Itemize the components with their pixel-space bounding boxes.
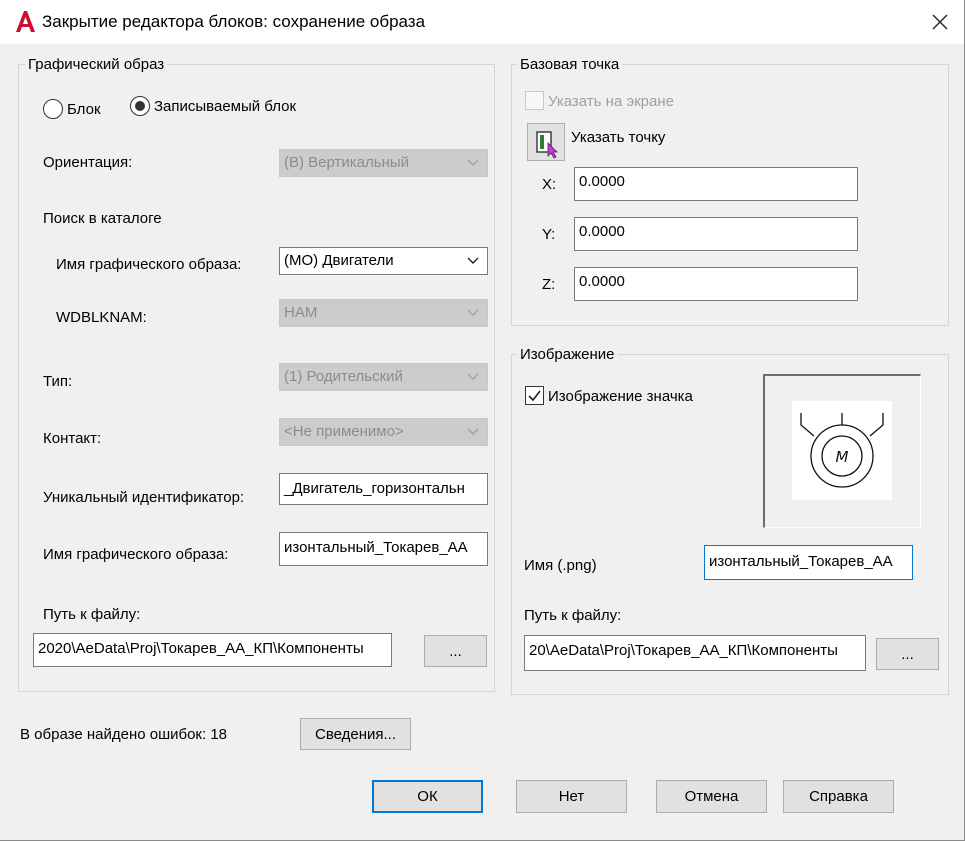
graphic-path-input[interactable]: 2020\AeData\Proj\Токарев_АА_КП\Компонент… [33, 633, 392, 667]
unique-id-input[interactable]: _Двигатель_горизонтальн [279, 473, 488, 505]
radio-block[interactable] [43, 99, 63, 119]
wdblknam-label: WDBLKNAM: [56, 309, 147, 326]
image-path-label: Путь к файлу: [524, 607, 622, 624]
chevron-down-icon [467, 373, 479, 380]
unique-id-label: Уникальный идентификатор: [43, 489, 245, 506]
orientation-value: (В) Вертикальный [284, 154, 410, 171]
graphic-legend: Графический образ [25, 56, 168, 73]
symbol-name-combo[interactable]: (МО) Двигатели [279, 247, 488, 275]
motor-letter: М [836, 448, 849, 466]
contact-combo: <Не применимо> [279, 418, 488, 446]
pick-point-button[interactable] [527, 123, 565, 161]
autocad-a-icon [14, 9, 36, 33]
contact-value: <Не применимо> [284, 423, 404, 440]
ok-button[interactable]: ОК [372, 780, 483, 813]
chevron-down-icon [467, 428, 479, 435]
close-button[interactable] [924, 6, 956, 38]
graphic-browse-button[interactable]: ... [424, 635, 487, 667]
z-label: Z: [542, 276, 556, 293]
image-name-label: Имя графического образа: [43, 546, 229, 563]
type-label: Тип: [43, 373, 73, 390]
image-path-input[interactable]: 20\AeData\Proj\Токарев_АА_КП\Компоненты [524, 635, 866, 671]
chevron-down-icon [467, 309, 479, 316]
wdblknam-value: НАМ [284, 304, 318, 321]
catalog-search-label: Поиск в каталоге [43, 210, 162, 227]
window-title: Закрытие редактора блоков: сохранение об… [42, 12, 426, 31]
details-button[interactable]: Сведения... [300, 718, 411, 750]
help-button[interactable]: Справка [783, 780, 894, 813]
png-name-input[interactable]: изонтальный_Токарев_АА [704, 545, 913, 580]
z-input[interactable]: 0.0000 [574, 267, 858, 301]
orientation-combo: (В) Вертикальный [279, 149, 488, 177]
cancel-button[interactable]: Отмена [656, 780, 767, 813]
basepoint-legend: Базовая точка [517, 56, 623, 73]
orientation-label: Ориентация: [43, 154, 133, 171]
no-button[interactable]: Нет [516, 780, 627, 813]
png-name-label: Имя (.png) [524, 557, 597, 574]
type-value: (1) Родительский [284, 368, 403, 385]
icon-image-checkbox[interactable] [525, 386, 544, 405]
pick-point-icon [536, 131, 558, 159]
chevron-down-icon [467, 159, 479, 166]
specify-on-screen-label: Указать на экране [548, 93, 674, 110]
errors-count-text: В образе найдено ошибок: 18 [20, 726, 228, 743]
type-combo: (1) Родительский [279, 363, 488, 391]
radio-wblock-label[interactable]: Записываемый блок [154, 98, 296, 115]
checkmark-icon [528, 390, 541, 402]
graphic-path-label: Путь к файлу: [43, 606, 141, 623]
y-label: Y: [542, 226, 556, 243]
wdblknam-combo: НАМ [279, 299, 488, 327]
radio-wblock[interactable] [130, 96, 150, 116]
image-name-input[interactable]: изонтальный_Токарев_АА [279, 532, 488, 566]
x-label: X: [542, 176, 557, 193]
chevron-down-icon [467, 257, 479, 264]
pick-point-label: Указать точку [571, 129, 666, 146]
icon-preview-image: М [792, 401, 892, 500]
close-icon [932, 14, 948, 30]
symbol-name-value: (МО) Двигатели [284, 252, 394, 269]
motor-symbol-icon: М [800, 413, 884, 488]
image-legend: Изображение [517, 346, 618, 363]
specify-on-screen-checkbox [525, 91, 544, 110]
image-browse-button[interactable]: ... [876, 638, 939, 670]
x-input[interactable]: 0.0000 [574, 167, 858, 201]
y-input[interactable]: 0.0000 [574, 217, 858, 251]
contact-label: Контакт: [43, 430, 102, 447]
icon-image-label[interactable]: Изображение значка [548, 388, 693, 405]
radio-block-label[interactable]: Блок [67, 101, 101, 118]
symbol-name-label: Имя графического образа: [56, 256, 242, 273]
